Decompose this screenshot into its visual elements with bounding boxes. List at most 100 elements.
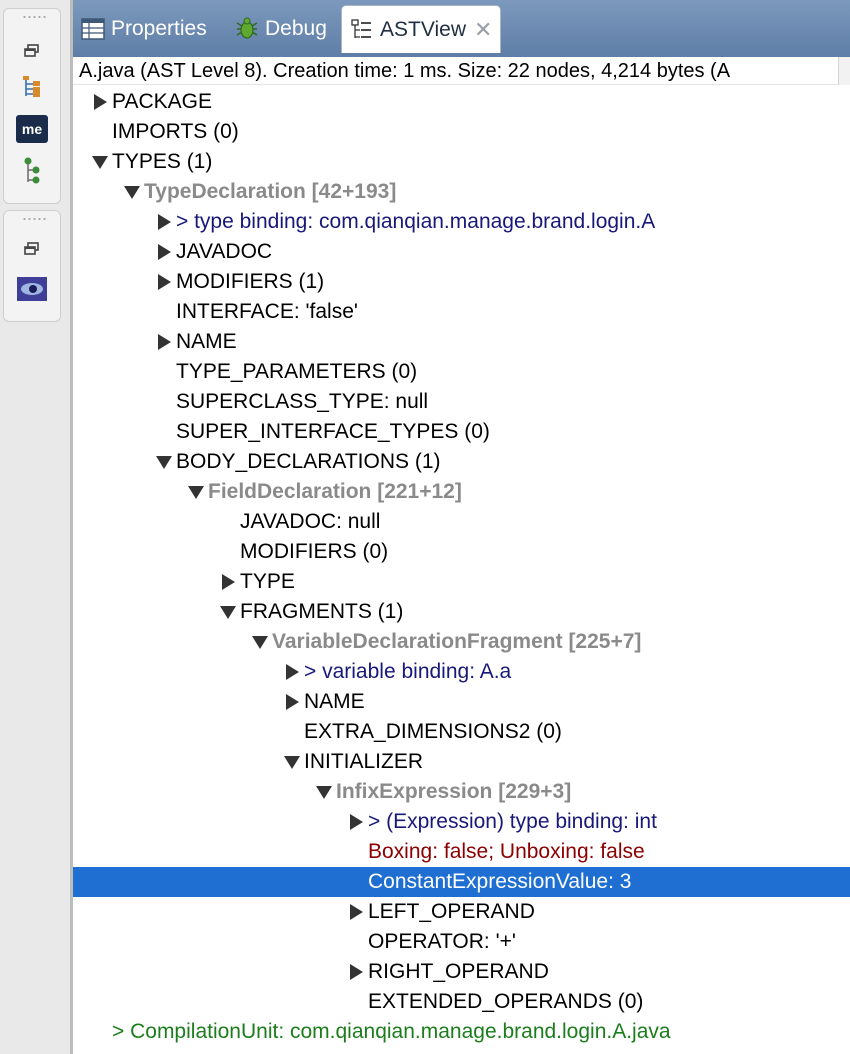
expand-triangle-icon[interactable] bbox=[187, 477, 205, 507]
view-tab-bar: Properties Debug ASTView ✕ bbox=[73, 0, 850, 57]
tree-row-label: > variable binding: A.a bbox=[304, 660, 512, 683]
collapse-triangle-icon[interactable] bbox=[283, 657, 301, 687]
tab-debug[interactable]: Debug bbox=[227, 6, 337, 52]
tree-row-label: SUPER_INTERFACE_TYPES (0) bbox=[176, 420, 490, 443]
tree-row[interactable]: INTERFACE: 'false' bbox=[73, 297, 850, 327]
tree-row-label: > (Expression) type binding: int bbox=[368, 810, 657, 833]
tab-astview[interactable]: ASTView ✕ bbox=[341, 5, 501, 53]
tree-row-label: SUPERCLASS_TYPE: null bbox=[176, 390, 429, 413]
tree-row-label: NAME bbox=[304, 690, 365, 713]
tree-row[interactable]: FRAGMENTS (1) bbox=[73, 597, 850, 627]
expand-triangle-icon[interactable] bbox=[251, 627, 269, 657]
close-icon[interactable]: ✕ bbox=[474, 17, 492, 43]
tree-row-label: TYPE bbox=[240, 570, 295, 593]
tree-row[interactable]: NAME bbox=[73, 687, 850, 717]
ast-status-line: A.java (AST Level 8). Creation time: 1 m… bbox=[73, 57, 850, 85]
trim-drag-grip[interactable] bbox=[22, 217, 46, 221]
tree-row[interactable]: NAME bbox=[73, 327, 850, 357]
trim-drag-grip[interactable] bbox=[22, 15, 46, 19]
collapse-triangle-icon[interactable] bbox=[91, 87, 109, 117]
collapse-triangle-icon[interactable] bbox=[347, 807, 365, 837]
restore-icon[interactable] bbox=[15, 35, 49, 67]
expand-triangle-icon[interactable] bbox=[91, 147, 109, 177]
tree-row-label: TYPES (1) bbox=[112, 150, 213, 173]
hierarchy-icon[interactable] bbox=[15, 71, 49, 103]
restore-icon[interactable] bbox=[15, 233, 49, 265]
tree-row-label: TypeDeclaration [42+193] bbox=[144, 180, 397, 203]
tree-row-label: FRAGMENTS (1) bbox=[240, 600, 404, 623]
tree-row[interactable]: MODIFIERS (1) bbox=[73, 267, 850, 297]
tree-row-label: EXTRA_DIMENSIONS2 (0) bbox=[304, 720, 562, 743]
tree-row[interactable]: InfixExpression [229+3] bbox=[73, 777, 850, 807]
tree-row[interactable]: SUPER_INTERFACE_TYPES (0) bbox=[73, 417, 850, 447]
tree-row-label: PACKAGE bbox=[112, 90, 212, 113]
tree-row-label: MODIFIERS (0) bbox=[240, 540, 389, 563]
tree-row[interactable]: OPERATOR: '+' bbox=[73, 927, 850, 957]
tree-node-icon[interactable] bbox=[15, 155, 49, 187]
collapse-triangle-icon[interactable] bbox=[347, 897, 365, 927]
expand-triangle-icon[interactable] bbox=[219, 597, 237, 627]
tree-row-label: ConstantExpressionValue: 3 bbox=[368, 870, 632, 893]
tree-row[interactable]: > type binding: com.qianqian.manage.bran… bbox=[73, 207, 850, 237]
collapse-triangle-icon[interactable] bbox=[155, 327, 173, 357]
tree-row[interactable]: > CompilationUnit: com.qianqian.manage.b… bbox=[73, 1017, 850, 1047]
tree-row[interactable]: FieldDeclaration [221+12] bbox=[73, 477, 850, 507]
collapse-triangle-icon[interactable] bbox=[283, 687, 301, 717]
tab-label: Properties bbox=[111, 17, 207, 40]
properties-icon bbox=[79, 15, 107, 43]
tree-row-label: RIGHT_OPERAND bbox=[368, 960, 549, 983]
tree-row-selected[interactable]: ConstantExpressionValue: 3 bbox=[73, 867, 850, 897]
collapse-triangle-icon[interactable] bbox=[219, 567, 237, 597]
tab-properties[interactable]: Properties bbox=[73, 6, 225, 52]
expand-triangle-icon[interactable] bbox=[123, 177, 141, 207]
collapse-triangle-icon[interactable] bbox=[155, 267, 173, 297]
tree-row[interactable]: SUPERCLASS_TYPE: null bbox=[73, 387, 850, 417]
tree-row-label: MODIFIERS (1) bbox=[176, 270, 325, 293]
tree-row-label: OPERATOR: '+' bbox=[368, 930, 516, 953]
tree-row[interactable]: TYPE bbox=[73, 567, 850, 597]
trim-group-top: me bbox=[3, 8, 61, 204]
astview-panel: Properties Debug ASTView ✕ A.java (AST L… bbox=[73, 0, 850, 1054]
debug-bug-icon bbox=[233, 15, 261, 43]
expand-triangle-icon[interactable] bbox=[283, 747, 301, 777]
tree-row[interactable]: LEFT_OPERAND bbox=[73, 897, 850, 927]
tree-row[interactable]: TYPES (1) bbox=[73, 147, 850, 177]
tree-row[interactable]: RIGHT_OPERAND bbox=[73, 957, 850, 987]
trim-group-bottom bbox=[3, 210, 61, 322]
tree-row-label: EXTENDED_OPERANDS (0) bbox=[368, 990, 644, 1013]
collapse-triangle-icon[interactable] bbox=[155, 237, 173, 267]
tree-row-label: Boxing: false; Unboxing: false bbox=[368, 840, 645, 863]
tree-row[interactable]: IMPORTS (0) bbox=[73, 117, 850, 147]
expand-triangle-icon[interactable] bbox=[315, 777, 333, 807]
tree-row[interactable]: VariableDeclarationFragment [225+7] bbox=[73, 627, 850, 657]
tree-row-label: VariableDeclarationFragment [225+7] bbox=[272, 630, 642, 653]
tree-row[interactable]: EXTRA_DIMENSIONS2 (0) bbox=[73, 717, 850, 747]
svg-text:me: me bbox=[22, 121, 42, 137]
tree-row[interactable]: TypeDeclaration [42+193] bbox=[73, 177, 850, 207]
horizontal-scrollbar[interactable] bbox=[838, 57, 850, 85]
collapse-triangle-icon[interactable] bbox=[155, 207, 173, 237]
tree-row[interactable]: Boxing: false; Unboxing: false bbox=[73, 837, 850, 867]
me-badge-icon[interactable]: me bbox=[15, 113, 49, 145]
tree-row[interactable]: > variable binding: A.a bbox=[73, 657, 850, 687]
tree-row[interactable]: JAVADOC bbox=[73, 237, 850, 267]
tree-row-label: BODY_DECLARATIONS (1) bbox=[176, 450, 441, 473]
tree-row[interactable]: > (Expression) type binding: int bbox=[73, 807, 850, 837]
eye-icon[interactable] bbox=[15, 273, 49, 305]
tree-row[interactable]: PACKAGE bbox=[73, 87, 850, 117]
ast-tree[interactable]: PACKAGE IMPORTS (0) TYPES (1) TypeDeclarati… bbox=[73, 87, 850, 1054]
tree-row[interactable]: EXTENDED_OPERANDS (0) bbox=[73, 987, 850, 1017]
tree-row-label: INITIALIZER bbox=[304, 750, 424, 773]
ast-tree-icon bbox=[348, 16, 376, 44]
tree-row[interactable]: INITIALIZER bbox=[73, 747, 850, 777]
tree-row[interactable]: JAVADOC: null bbox=[73, 507, 850, 537]
expand-triangle-icon[interactable] bbox=[155, 447, 173, 477]
tree-row-label: INTERFACE: 'false' bbox=[176, 300, 358, 323]
tree-row-label: NAME bbox=[176, 330, 237, 353]
tree-row[interactable]: BODY_DECLARATIONS (1) bbox=[73, 447, 850, 477]
tree-row[interactable]: MODIFIERS (0) bbox=[73, 537, 850, 567]
collapse-triangle-icon[interactable] bbox=[347, 957, 365, 987]
tree-row[interactable]: TYPE_PARAMETERS (0) bbox=[73, 357, 850, 387]
tree-row-label: > CompilationUnit: com.qianqian.manage.b… bbox=[112, 1020, 671, 1043]
tree-row-label: FieldDeclaration [221+12] bbox=[208, 480, 462, 503]
